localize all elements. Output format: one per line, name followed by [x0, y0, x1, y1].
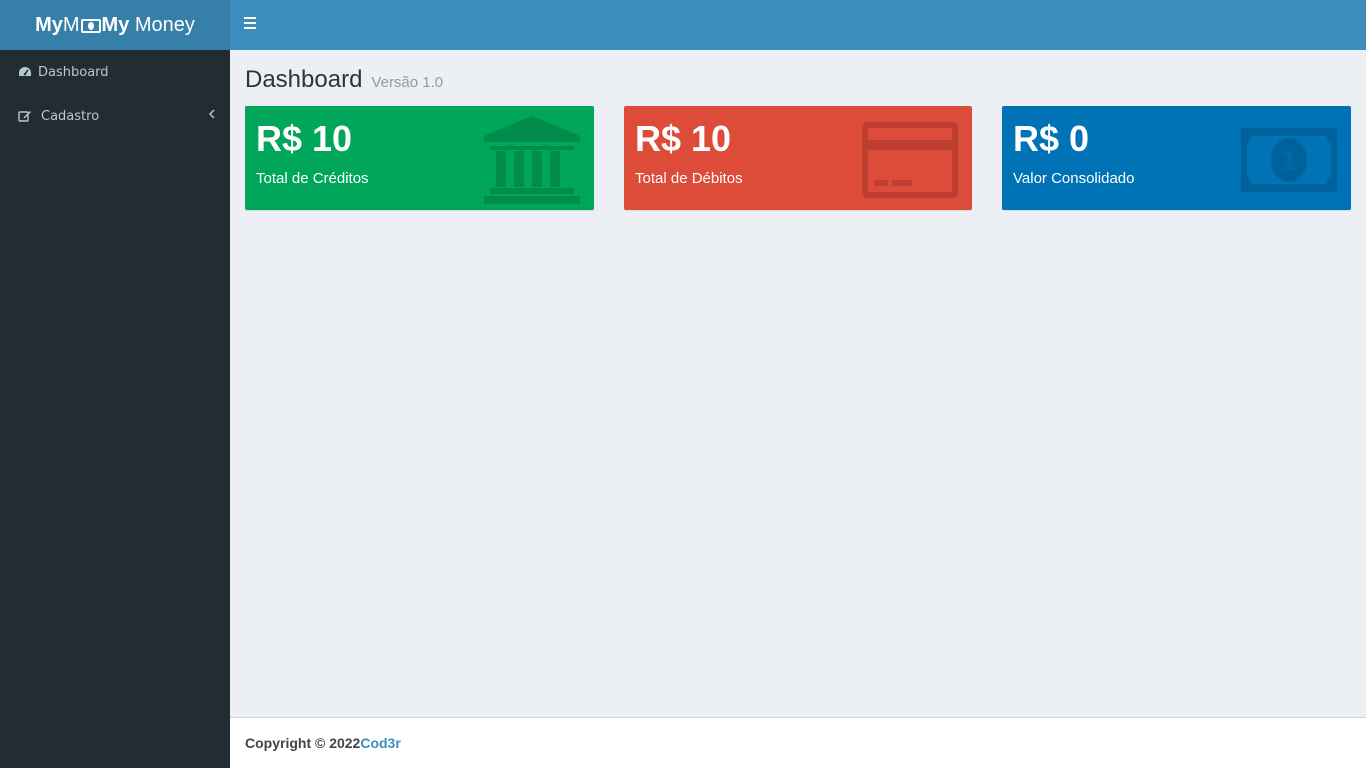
footer: Copyright © 2022 Cod3r [230, 717, 1366, 768]
dashboard-icon [18, 65, 32, 79]
consolidated-value: R$ 0 [1013, 118, 1090, 159]
cod3r-link[interactable]: Cod3r [360, 735, 400, 751]
credits-label: Total de Créditos [256, 170, 369, 187]
bank-icon [484, 116, 580, 204]
svg-text:1: 1 [1280, 147, 1298, 177]
page-subtitle: Versão 1.0 [371, 74, 444, 91]
debits-value: R$ 10 [635, 118, 732, 159]
money-icon [80, 19, 101, 33]
sidebar-toggle-button[interactable] [244, 17, 258, 31]
credits-card: R$ 10 Total de Créditos [245, 106, 594, 210]
brand-part-4: Money [134, 13, 195, 36]
consolidated-label: Valor Consolidado [1013, 170, 1135, 187]
sidebar-item-label: Cadastro [41, 108, 100, 124]
copyright-text: Copyright © 2022 [245, 735, 361, 751]
bars-icon [244, 17, 256, 19]
brand-part-2: M [62, 13, 80, 36]
top-navbar [230, 0, 1366, 50]
consolidated-card: R$ 0 Valor Consolidado 1 [1002, 106, 1351, 210]
page-header: Dashboard Versão 1.0 [245, 66, 443, 94]
chevron-left-icon [208, 108, 215, 123]
credit-card-icon [862, 122, 958, 198]
main-content: Dashboard Versão 1.0 R$ 10 Total de Créd… [230, 50, 1366, 717]
brand-part-3: My [101, 13, 130, 36]
sidebar-item-cadastro[interactable]: Cadastro [0, 94, 230, 138]
credits-value: R$ 10 [256, 118, 353, 159]
sidebar: Dashboard Cadastro [0, 50, 230, 768]
brand-logo[interactable]: My M My Money [0, 0, 230, 50]
sidebar-item-dashboard[interactable]: Dashboard [0, 50, 230, 94]
money-icon: 1 [1241, 128, 1337, 192]
debits-label: Total de Débitos [635, 170, 743, 187]
edit-icon [18, 109, 32, 123]
page-title: Dashboard [245, 66, 363, 93]
brand-part-1: My [35, 13, 63, 36]
sidebar-item-label: Dashboard [38, 64, 109, 80]
debits-card: R$ 10 Total de Débitos [624, 106, 972, 210]
